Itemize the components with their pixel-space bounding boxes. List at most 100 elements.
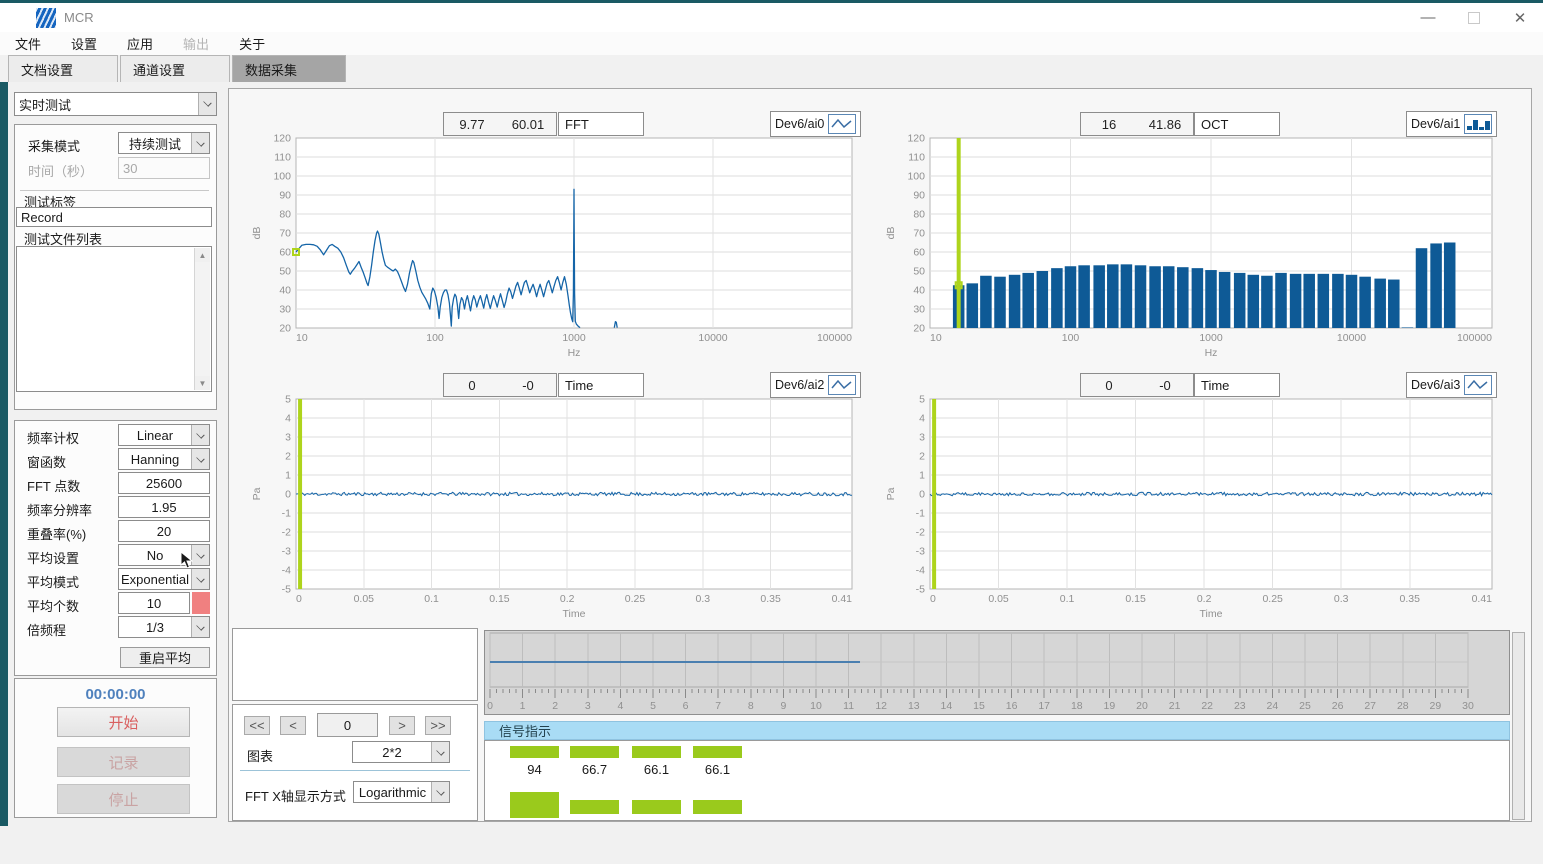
tab-data-acquisition[interactable]: 数据采集 [232, 55, 346, 82]
fft-chart[interactable]: 2030405060708090100110120101001000100001… [250, 132, 862, 362]
svg-text:0: 0 [487, 700, 493, 712]
svg-text:110: 110 [274, 152, 291, 164]
time2-chart[interactable]: -5-4-3-2-101234500.050.10.150.20.250.30.… [250, 393, 862, 623]
time-seconds-label: 时间（秒） [28, 161, 93, 180]
svg-text:16: 16 [1006, 700, 1018, 712]
svg-text:0: 0 [285, 489, 291, 501]
line-chart-icon [1464, 375, 1492, 395]
next-page-button[interactable]: > [389, 716, 415, 735]
timeline-ruler[interactable]: 0123456789101112131415161718192021222324… [485, 631, 1507, 712]
svg-text:dB: dB [251, 227, 263, 240]
test-tag-input[interactable]: Record [16, 207, 212, 227]
menu-about[interactable]: 关于 [224, 34, 280, 53]
svg-text:5: 5 [919, 394, 925, 406]
svg-text:-1: -1 [282, 508, 291, 520]
svg-text:1: 1 [520, 700, 526, 712]
prev-page-button[interactable]: < [280, 716, 306, 735]
svg-text:0.41: 0.41 [1472, 593, 1493, 605]
svg-text:100: 100 [907, 171, 925, 183]
title-bar: MCR — ✕ [0, 3, 1543, 32]
menu-settings[interactable]: 设置 [56, 34, 112, 53]
window-fn-select[interactable]: Hanning [118, 448, 210, 470]
minimize-button[interactable]: — [1405, 3, 1451, 32]
signal-level-value: 66.1 [632, 762, 681, 777]
time3-cursor-x: 0 [1081, 378, 1137, 393]
bar-chart-icon [1464, 114, 1492, 134]
chevron-down-icon [191, 425, 209, 445]
page-number-box[interactable]: 0 [317, 713, 378, 737]
overlap-value: 20 [119, 524, 209, 539]
svg-text:-2: -2 [916, 527, 925, 539]
fft-points-input[interactable]: 25600 [118, 472, 210, 494]
svg-text:1000: 1000 [562, 332, 586, 344]
vertical-scrollbar[interactable] [1512, 632, 1525, 820]
avg-mode-select[interactable]: Exponential [118, 568, 210, 590]
avg-count-input[interactable]: 10 [118, 592, 190, 614]
svg-text:100000: 100000 [1457, 332, 1492, 344]
line-chart-icon [828, 114, 856, 134]
listbox-scrollbar[interactable]: ▲ ▼ [194, 248, 210, 390]
avg-count-indicator [192, 592, 210, 614]
menu-application[interactable]: 应用 [112, 34, 168, 53]
signal-level-bar [632, 746, 681, 758]
fft-xaxis-value: Logarithmic [354, 785, 431, 800]
app-window: MCR — ✕ 文件 设置 应用 输出 关于 文档设置 通道设置 数据采集 实时… [0, 0, 1543, 864]
tab-document-settings[interactable]: 文档设置 [8, 55, 118, 82]
svg-text:0: 0 [919, 489, 925, 501]
svg-text:-1: -1 [916, 508, 925, 520]
svg-text:0.25: 0.25 [625, 593, 646, 605]
timeline-panel[interactable]: 0123456789101112131415161718192021222324… [484, 630, 1510, 715]
time2-channel-label: Dev6/ai2 [775, 378, 824, 392]
svg-text:0.15: 0.15 [489, 593, 510, 605]
svg-text:28: 28 [1397, 700, 1409, 712]
svg-text:80: 80 [279, 209, 291, 221]
first-page-button[interactable]: << [244, 716, 270, 735]
svg-text:3: 3 [585, 700, 591, 712]
octave-label: 倍频程 [27, 620, 66, 639]
oct-cursor-x: 16 [1081, 117, 1137, 132]
freq-weighting-select[interactable]: Linear [118, 424, 210, 446]
acq-mode-select[interactable]: 持续测试 [118, 132, 210, 154]
svg-text:10: 10 [296, 332, 308, 344]
svg-text:21: 21 [1169, 700, 1181, 712]
time3-chart[interactable]: -5-4-3-2-101234500.050.10.150.20.250.30.… [884, 393, 1502, 623]
svg-text:3: 3 [285, 432, 291, 444]
chart-layout-select[interactable]: 2*2 [352, 741, 450, 763]
maximize-button[interactable] [1451, 3, 1497, 32]
oct-channel-label: Dev6/ai1 [1411, 117, 1460, 131]
menu-file[interactable]: 文件 [0, 34, 56, 53]
scroll-up-icon[interactable]: ▲ [195, 248, 210, 262]
divider [20, 190, 209, 191]
signal-level-bar [510, 746, 559, 758]
tab-channel-settings[interactable]: 通道设置 [120, 55, 230, 82]
octave-select[interactable]: 1/3 [118, 616, 210, 638]
chevron-down-icon [191, 617, 209, 637]
last-page-button[interactable]: >> [425, 716, 451, 735]
test-file-listbox[interactable]: ▲ ▼ [16, 246, 212, 392]
window-fn-label: 窗函数 [27, 452, 66, 471]
app-title: MCR [64, 10, 94, 25]
svg-text:Pa: Pa [885, 487, 897, 500]
svg-text:24: 24 [1267, 700, 1279, 712]
test-mode-select[interactable]: 实时测试 [14, 92, 217, 116]
svg-text:25: 25 [1299, 700, 1311, 712]
svg-text:4: 4 [285, 413, 291, 425]
svg-text:0.35: 0.35 [760, 593, 781, 605]
menu-output: 输出 [168, 34, 224, 53]
freq-weighting-value: Linear [119, 428, 191, 443]
overlap-label: 重叠率(%) [27, 524, 86, 543]
restart-average-button[interactable]: 重启平均 [120, 647, 210, 668]
time2-cursor-x: 0 [444, 378, 500, 393]
svg-text:4: 4 [617, 700, 623, 712]
scroll-down-icon[interactable]: ▼ [195, 376, 210, 390]
freq-resolution-input[interactable]: 1.95 [118, 496, 210, 518]
avg-setting-select[interactable]: No [118, 544, 210, 566]
overlap-input[interactable]: 20 [118, 520, 210, 542]
close-button[interactable]: ✕ [1497, 3, 1543, 32]
svg-text:9: 9 [780, 700, 786, 712]
fft-channel-label: Dev6/ai0 [775, 117, 824, 131]
fft-xaxis-select[interactable]: Logarithmic [353, 781, 450, 803]
stop-button: 停止 [57, 784, 190, 814]
oct-chart[interactable]: 2030405060708090100110120101001000100001… [884, 132, 1502, 362]
start-button[interactable]: 开始 [57, 707, 190, 737]
